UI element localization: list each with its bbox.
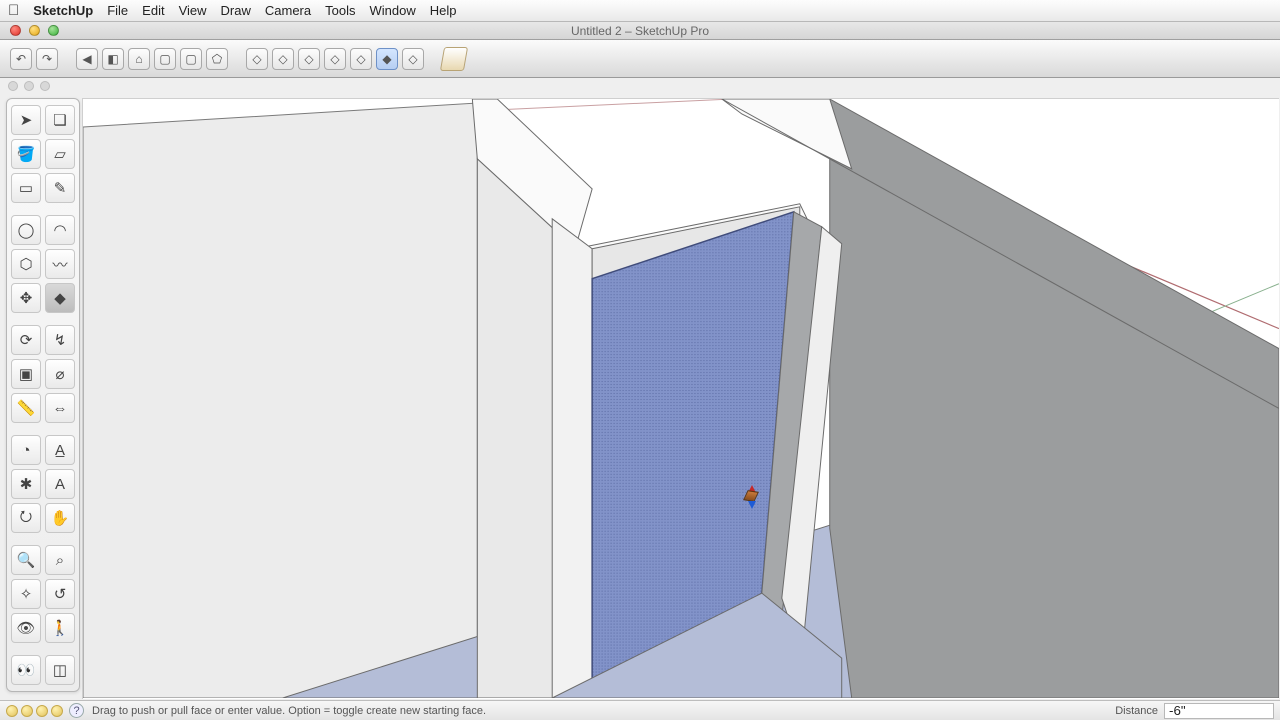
window-title: Untitled 2 – SketchUp Pro (571, 24, 709, 38)
document-area: ➤❏🪣▱▭✎◯◠⬡〰✥◆⟳↯▣⌀📏⇔◔A̲✱A⭮✋🔍⌕✧↺👁🚶👀◫ (0, 78, 1280, 700)
back-view-button[interactable]: ⬠ (206, 48, 228, 70)
status-indicator-dots (0, 705, 69, 717)
hiddenline-button[interactable]: ◇ (272, 48, 294, 70)
status-bar: ? Drag to push or pull face or enter val… (0, 700, 1280, 720)
tool-palette[interactable]: ➤❏🪣▱▭✎◯◠⬡〰✥◆⟳↯▣⌀📏⇔◔A̲✱A⭮✋🔍⌕✧↺👁🚶👀◫ (6, 98, 80, 692)
menu-edit[interactable]: Edit (142, 3, 164, 18)
help-icon[interactable]: ? (69, 703, 84, 718)
shaded-tex-button[interactable]: ◇ (324, 48, 346, 70)
walk-tool[interactable]: 🚶 (45, 613, 75, 643)
prev-view-button[interactable]: ◀ (76, 48, 98, 70)
orbit-tool[interactable]: ⭮ (11, 503, 41, 533)
tape-tool[interactable]: 📏 (11, 393, 41, 423)
menu-view[interactable]: View (179, 3, 207, 18)
xray-button[interactable]: ◇ (350, 48, 372, 70)
offset-tool[interactable]: ⌀ (45, 359, 75, 389)
make-component-tool[interactable]: ❏ (45, 105, 75, 135)
menu-window[interactable]: Window (369, 3, 415, 18)
zoom-window-button[interactable] (48, 25, 59, 36)
select-tool[interactable]: ➤ (11, 105, 41, 135)
rectangle-tool[interactable]: ▭ (11, 173, 41, 203)
pan-tool[interactable]: ✋ (45, 503, 75, 533)
move-tool[interactable]: ✥ (11, 283, 41, 313)
toolbar-group-views: ◀ ◧ ⌂ ▢ ▢ ⬠ (76, 48, 228, 70)
top-view-button[interactable]: ⌂ (128, 48, 150, 70)
macos-menubar:  SketchUp File Edit View Draw Camera To… (0, 0, 1280, 22)
right-view-button[interactable]: ▢ (180, 48, 202, 70)
rotate-tool[interactable]: ⟳ (11, 325, 41, 355)
text-tool[interactable]: A̲ (45, 435, 75, 465)
dimension-tool[interactable]: ⇔ (45, 393, 75, 423)
doc-close-button[interactable] (8, 81, 18, 91)
app-toolbar: ↶ ↷ ◀ ◧ ⌂ ▢ ▢ ⬠ ◇ ◇ ◇ ◇ ◇ ◆ ◇ (0, 40, 1280, 78)
eraser-tool[interactable]: ▱ (45, 139, 75, 169)
circle-tool[interactable]: ◯ (11, 215, 41, 245)
position-camera-tool[interactable]: 👁 (11, 613, 41, 643)
undo-button[interactable]: ↶ (10, 48, 32, 70)
menu-draw[interactable]: Draw (221, 3, 251, 18)
paint-bucket-tool[interactable]: 🪣 (11, 139, 41, 169)
menu-file[interactable]: File (107, 3, 128, 18)
shaded-button[interactable]: ◇ (298, 48, 320, 70)
polygon-tool[interactable]: ⬡ (11, 249, 41, 279)
apple-menu-icon[interactable]:  (8, 3, 19, 18)
minimize-window-button[interactable] (29, 25, 40, 36)
zoom-window-tool[interactable]: ⌕ (45, 545, 75, 575)
zoom-extents-tool[interactable]: ✧ (11, 579, 41, 609)
line-tool[interactable]: ✎ (45, 173, 75, 203)
status-hint: Drag to push or pull face or enter value… (92, 705, 486, 717)
scale-tool[interactable]: ▣ (11, 359, 41, 389)
menu-help[interactable]: Help (430, 3, 457, 18)
followme-tool[interactable]: ↯ (45, 325, 75, 355)
model-viewport[interactable] (82, 98, 1279, 699)
close-window-button[interactable] (10, 25, 21, 36)
section-tool[interactable]: ◫ (45, 655, 75, 685)
axes-tool[interactable]: ✱ (11, 469, 41, 499)
scene-geometry (83, 99, 1279, 698)
front-view-button[interactable]: ▢ (154, 48, 176, 70)
protractor-tool[interactable]: ◔ (11, 435, 41, 465)
measure-label: Distance (1115, 705, 1164, 717)
monochrome-button[interactable]: ◆ (376, 48, 398, 70)
lookaround-tool[interactable]: 👀 (11, 655, 41, 685)
window-titlebar: Untitled 2 – SketchUp Pro (0, 22, 1280, 40)
toolbar-group-undo: ↶ ↷ (10, 48, 58, 70)
iso-view-button[interactable]: ◧ (102, 48, 124, 70)
redo-button[interactable]: ↷ (36, 48, 58, 70)
doc-min-button[interactable] (24, 81, 34, 91)
backedges-button[interactable]: ◇ (402, 48, 424, 70)
doc-traffic-lights (8, 81, 50, 91)
app-menu[interactable]: SketchUp (33, 3, 93, 18)
toolbar-group-facestyle: ◇ ◇ ◇ ◇ ◇ ◆ ◇ (246, 48, 424, 70)
menu-camera[interactable]: Camera (265, 3, 311, 18)
measure-input[interactable] (1164, 703, 1274, 719)
doc-zoom-button[interactable] (40, 81, 50, 91)
pushpull-tool[interactable]: ◆ (45, 283, 75, 313)
pushpull-cursor-icon (745, 491, 769, 515)
previous-tool[interactable]: ↺ (45, 579, 75, 609)
wireframe-button[interactable]: ◇ (246, 48, 268, 70)
menu-tools[interactable]: Tools (325, 3, 355, 18)
freehand-tool[interactable]: 〰 (45, 249, 75, 279)
arc-tool[interactable]: ◠ (45, 215, 75, 245)
warehouse-button[interactable] (440, 47, 468, 71)
zoom-tool[interactable]: 🔍 (11, 545, 41, 575)
toolbar-group-misc (442, 47, 466, 71)
3dtext-tool[interactable]: A (45, 469, 75, 499)
